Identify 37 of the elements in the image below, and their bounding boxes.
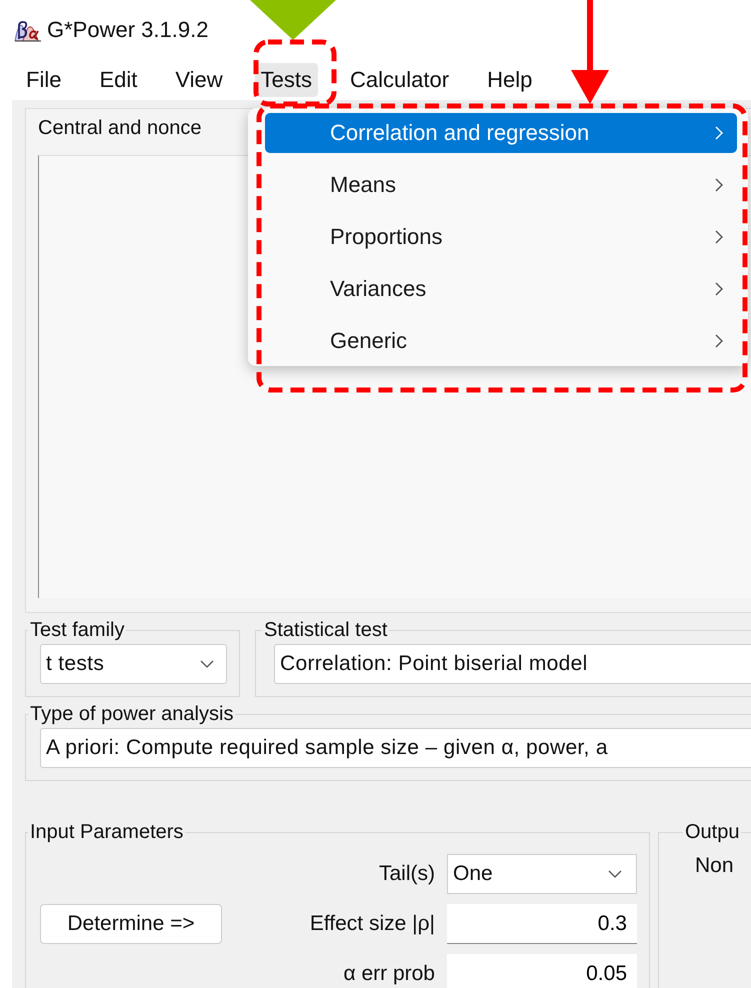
group-label: Test family xyxy=(29,619,126,642)
determine-button[interactable]: Determine => xyxy=(40,904,222,944)
window-title: G*Power 3.1.9.2 xyxy=(47,17,208,43)
menu-option[interactable]: Variances xyxy=(265,269,737,309)
group-label: Outpu xyxy=(684,821,740,844)
menu-item[interactable]: Calculator xyxy=(344,63,456,97)
input-field[interactable]: 0.05 xyxy=(447,954,637,988)
statistical-test-dropdown[interactable]: Correlation: Point biserial model xyxy=(274,644,751,684)
group-label: Type of power analysis xyxy=(29,703,234,726)
app-logo-icon xyxy=(14,18,42,42)
chevron-down-icon xyxy=(200,660,214,668)
menu-item[interactable]: Help xyxy=(481,63,538,97)
menu-option[interactable]: Generic xyxy=(265,321,737,361)
group-label: Statistical test xyxy=(263,619,388,642)
menu-item[interactable]: Tests xyxy=(254,63,318,97)
field-label: Tail(s) xyxy=(378,862,435,886)
chevron-right-icon xyxy=(715,334,723,348)
panel-title: Central and nonce xyxy=(38,117,202,140)
tails-dropdown[interactable]: One xyxy=(447,854,637,894)
test-family-dropdown[interactable]: t tests xyxy=(40,644,227,684)
output-text: Non xyxy=(695,854,734,877)
chevron-right-icon xyxy=(715,126,723,140)
field-label: Effect size |ρ| xyxy=(308,912,435,936)
menu-option[interactable]: Proportions xyxy=(265,217,737,257)
menu-option[interactable]: Correlation and regression xyxy=(265,113,737,153)
menu-item[interactable]: File xyxy=(20,63,68,97)
input-field[interactable]: 0.3 xyxy=(447,904,637,944)
chevron-down-icon xyxy=(608,870,622,878)
chevron-right-icon xyxy=(715,230,723,244)
chevron-right-icon xyxy=(715,282,723,296)
group-label: Input Parameters xyxy=(29,821,184,844)
field-label: α err prob xyxy=(342,962,435,986)
power-analysis-dropdown[interactable]: A priori: Compute required sample size – given α, power, a xyxy=(40,728,751,768)
menu-item[interactable]: View xyxy=(169,63,229,97)
menu-option[interactable]: Means xyxy=(265,165,737,205)
menu-item[interactable]: Edit xyxy=(93,63,144,97)
chevron-right-icon xyxy=(715,178,723,192)
